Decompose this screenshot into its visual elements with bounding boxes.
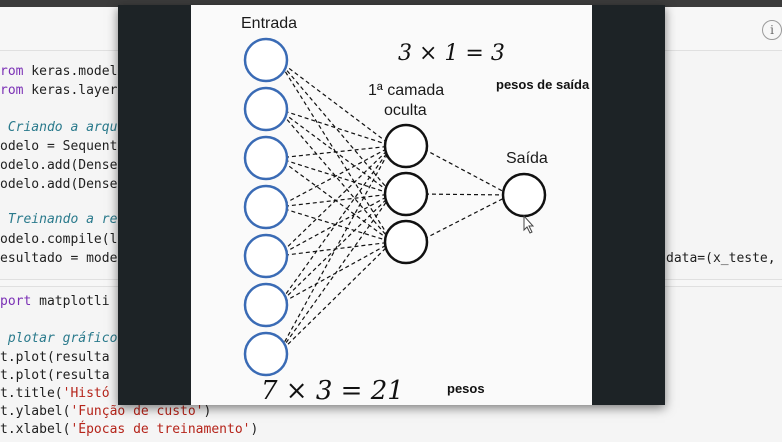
code-comment: plotar gráfico — [0, 331, 118, 346]
input-node — [243, 331, 289, 377]
input-node — [243, 135, 289, 181]
input-hidden-connection — [277, 193, 393, 355]
code-line: t.xlabel('Épocas de treinamento') — [0, 422, 259, 437]
input-hidden-connection — [277, 241, 393, 355]
code-line: odelo = Sequent — [0, 139, 118, 154]
output-node — [501, 172, 547, 218]
slide-image: Entrada 1ª camada oculta Saída 3 × 1 = 3… — [191, 5, 592, 405]
input-node — [243, 233, 289, 279]
input-node — [243, 37, 289, 83]
code-line: odelo.add(Dense — [0, 177, 118, 192]
hidden-node — [383, 219, 429, 265]
input-hidden-connection — [277, 145, 393, 257]
code-line-right: data=(x_teste, — [666, 251, 776, 266]
code-line: rom keras.layer — [0, 83, 118, 98]
input-node — [243, 282, 289, 328]
hidden-node — [383, 171, 429, 217]
note-output-weights: pesos de saída — [496, 77, 590, 92]
hidden-output-connection — [417, 194, 511, 243]
code-line: esultado = mode — [0, 251, 118, 266]
hidden-layer-label-line2: oculta — [384, 102, 427, 119]
input-layer-label: Entrada — [241, 15, 297, 32]
code-line: odelo.compile(l — [0, 232, 118, 247]
code-line: port matplotli — [0, 294, 110, 309]
input-hidden-connection — [277, 145, 393, 208]
code-line: rom keras.model — [0, 64, 118, 79]
note-weights: pesos — [447, 381, 485, 396]
code-line: t.plot(resulta — [0, 350, 110, 365]
input-hidden-connection — [277, 59, 393, 147]
code-line: t.ylabel('Função de custo') — [0, 404, 212, 419]
code-comment: Criando a arqu — [0, 120, 118, 135]
info-icon[interactable]: i — [762, 20, 782, 40]
neural-network-diagram: Entrada 1ª camada oculta Saída 3 × 1 = 3… — [241, 15, 590, 405]
hidden-node — [383, 123, 429, 169]
hidden-output-connection — [417, 145, 511, 196]
code-line: t.plot(resulta — [0, 368, 110, 383]
code-line: t.title('Histó — [0, 386, 110, 401]
hidden-output-connection — [417, 193, 511, 196]
input-hidden-connection — [277, 145, 393, 159]
hidden-layer-label-line1: 1ª camada — [368, 82, 444, 99]
output-layer-label: Saída — [506, 150, 548, 167]
input-node — [243, 184, 289, 230]
mouse-cursor-icon — [523, 214, 535, 234]
slide-viewer-modal[interactable]: Entrada 1ª camada oculta Saída 3 × 1 = 3… — [118, 5, 665, 405]
handwritten-bottom: 7 × 3 = 21 — [261, 376, 404, 405]
handwritten-top: 3 × 1 = 3 — [398, 41, 505, 66]
input-node — [243, 86, 289, 132]
input-hidden-connection — [277, 108, 393, 147]
code-line: odelo.add(Dense — [0, 158, 118, 173]
code-comment: Treinando a re — [0, 212, 118, 227]
